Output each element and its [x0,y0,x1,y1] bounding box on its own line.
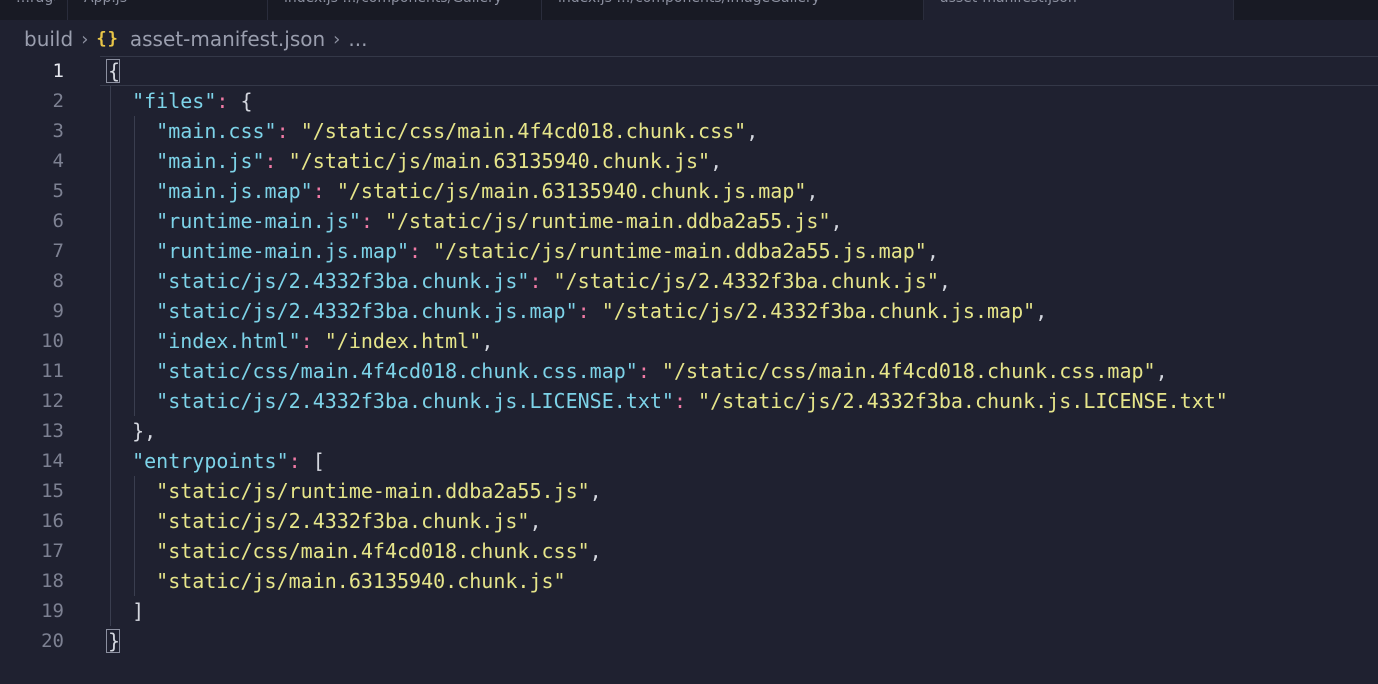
line-number: 10 [41,330,64,352]
code-text: "static/css/main.4f4cd018.chunk.css.map"… [156,359,1168,383]
tab-2[interactable]: App.js [68,0,268,20]
line-number: 8 [52,270,64,292]
editor-line[interactable]: 9 "static/js/2.4332f3ba.chunk.js.map": "… [0,296,1378,326]
line-number: 15 [41,480,64,502]
editor-line[interactable]: 15 "static/js/runtime-main.ddba2a55.js", [0,476,1378,506]
line-number: 2 [52,90,64,112]
code-text: "static/js/2.4332f3ba.chunk.js.LICENSE.t… [156,389,1228,413]
editor-line[interactable]: 8 "static/js/2.4332f3ba.chunk.js": "/sta… [0,266,1378,296]
line-number: 11 [41,360,64,382]
code-text: "runtime-main.js": "/static/js/runtime-m… [156,209,843,233]
tab-3[interactable]: index.js …/components/Gallery [268,0,542,20]
editor-line[interactable]: 14 "entrypoints": [ [0,446,1378,476]
line-number: 19 [41,600,64,622]
editor-line[interactable]: 6 "runtime-main.js": "/static/js/runtime… [0,206,1378,236]
code-text: "static/css/main.4f4cd018.chunk.css", [156,539,602,563]
code-text: ] [132,599,145,623]
chevron-right-icon: › [333,28,341,50]
line-number: 12 [41,390,64,412]
editor-line[interactable]: 10 "index.html": "/index.html", [0,326,1378,356]
chevron-right-icon: › [81,28,89,50]
editor-line[interactable]: 19 ] [0,596,1378,626]
indent-guide [134,476,135,596]
line-number: 4 [52,150,64,172]
tab-label: asset-manifest.json [940,0,1221,10]
line-number: 7 [52,240,64,262]
code-text: "static/js/2.4332f3ba.chunk.js.map": "/s… [156,299,1048,323]
code-editor[interactable]: 1{2 "files": {3 "main.css": "/static/css… [0,56,1378,684]
code-text: "main.js.map": "/static/js/main.63135940… [156,179,819,203]
code-text: "runtime-main.js.map": "/static/js/runti… [156,239,939,263]
line-number: 18 [41,570,64,592]
line-number: 1 [52,60,64,82]
tab-label: App.js [84,0,255,10]
code-text: "static/js/2.4332f3ba.chunk.js": "/stati… [156,269,951,293]
editor-line[interactable]: 11 "static/css/main.4f4cd018.chunk.css.m… [0,356,1378,386]
breadcrumb-more[interactable]: ... [348,27,367,51]
current-line-highlight [100,56,1378,86]
line-number: 9 [52,300,64,322]
editor-line[interactable]: 17 "static/css/main.4f4cd018.chunk.css", [0,536,1378,566]
tab-5[interactable]: asset-manifest.json [924,0,1234,20]
editor-line[interactable]: 5 "main.js.map": "/static/js/main.631359… [0,176,1378,206]
tab-label: index.js …/components/ImageGallery [558,0,911,10]
tab-label: index.js …/components/Gallery [284,0,529,10]
code-text: "static/js/2.4332f3ba.chunk.js", [156,509,542,533]
editor-tab-bar: …rage.js App.js index.js …/components/Gall… [0,0,1378,20]
code-text: "main.js": "/static/js/main.63135940.chu… [156,149,723,173]
tab-1[interactable]: …rage.js [0,0,68,20]
tab-label: …rage.js [16,0,55,10]
line-number: 6 [52,210,64,232]
bracket-match-highlight [106,59,120,83]
code-text: "main.css": "/static/css/main.4f4cd018.c… [156,119,759,143]
line-number: 13 [41,420,64,442]
editor-line[interactable]: 2 "files": { [0,86,1378,116]
editor-line[interactable]: 13 }, [0,416,1378,446]
editor-line[interactable]: 4 "main.js": "/static/js/main.63135940.c… [0,146,1378,176]
editor-line[interactable]: 3 "main.css": "/static/css/main.4f4cd018… [0,116,1378,146]
breadcrumb: build › {} asset-manifest.json › ... [24,25,367,53]
line-number: 17 [41,540,64,562]
code-text: "static/js/runtime-main.ddba2a55.js", [156,479,602,503]
editor-line[interactable]: 7 "runtime-main.js.map": "/static/js/run… [0,236,1378,266]
line-number: 3 [52,120,64,142]
indent-guide [110,86,111,626]
editor-line[interactable]: 20} [0,626,1378,656]
code-text: "entrypoints": [ [132,449,325,473]
line-number: 20 [41,630,64,652]
breadcrumb-file[interactable]: asset-manifest.json [130,27,325,51]
code-text: "index.html": "/index.html", [156,329,494,353]
line-number: 16 [41,510,64,532]
editor-line[interactable]: 18 "static/js/main.63135940.chunk.js" [0,566,1378,596]
indent-guide [134,116,135,416]
code-text: }, [132,419,157,443]
tab-4[interactable]: index.js …/components/ImageGallery [542,0,924,20]
json-file-icon: {} [96,29,119,49]
breadcrumb-folder[interactable]: build [24,27,73,51]
bracket-match-highlight [106,629,120,653]
code-text: "static/js/main.63135940.chunk.js" [156,569,566,593]
code-text: "files": { [132,89,253,113]
editor-line[interactable]: 12 "static/js/2.4332f3ba.chunk.js.LICENS… [0,386,1378,416]
editor-line[interactable]: 16 "static/js/2.4332f3ba.chunk.js", [0,506,1378,536]
line-number: 14 [41,450,64,472]
line-number: 5 [52,180,64,202]
